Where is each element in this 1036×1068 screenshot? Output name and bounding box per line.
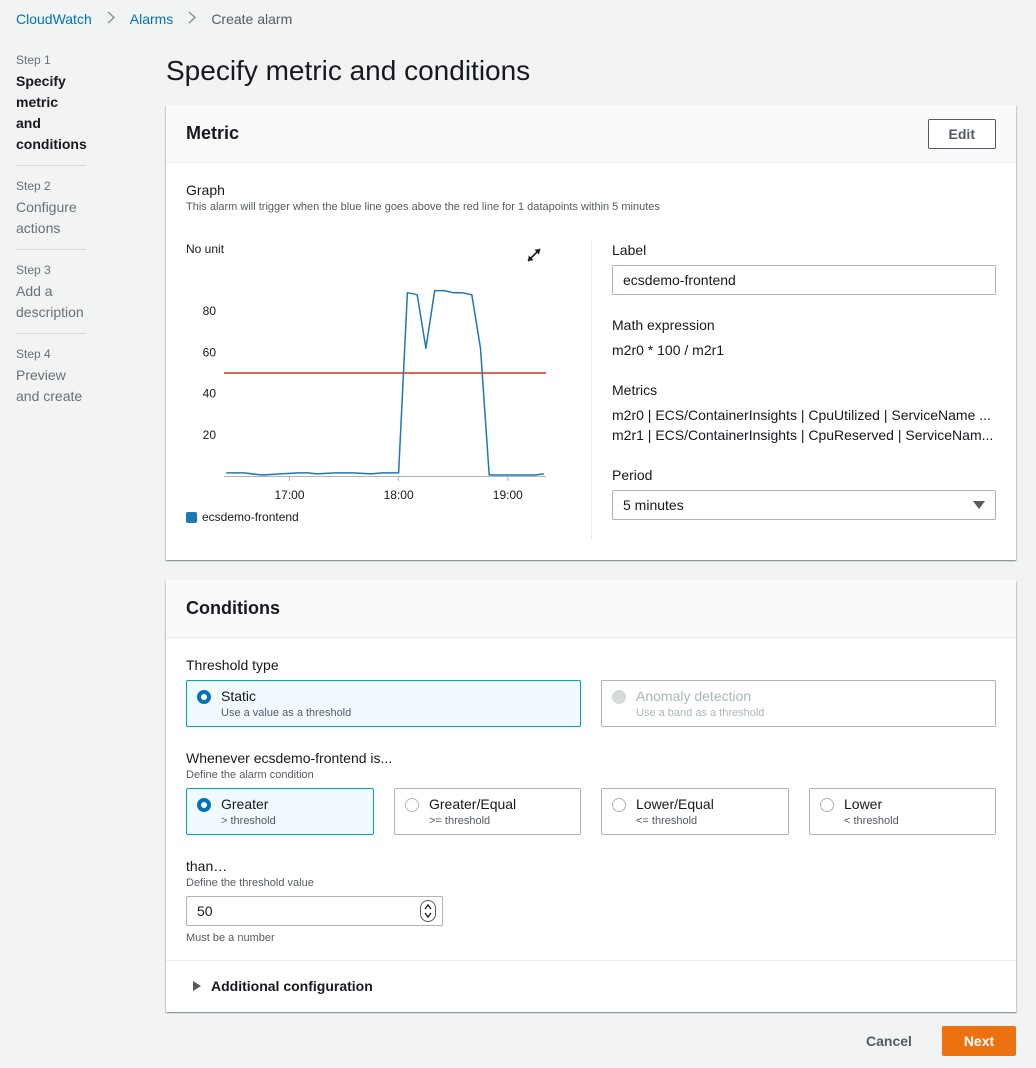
- threshold-value: 50: [197, 903, 213, 919]
- x-tick-label: 19:00: [493, 488, 523, 502]
- metric-row: m2r1 | ECS/ContainerInsights | CpuReserv…: [612, 427, 994, 443]
- breadcrumb: CloudWatch Alarms Create alarm: [16, 11, 292, 27]
- tile-description: > threshold: [221, 815, 276, 827]
- divider: [166, 960, 1016, 961]
- cancel-button[interactable]: Cancel: [866, 1033, 912, 1049]
- period-value: 5 minutes: [623, 497, 684, 513]
- than-label: than…: [186, 858, 228, 874]
- breadcrumb-cloudwatch[interactable]: CloudWatch: [16, 11, 92, 27]
- legend-swatch: [186, 511, 197, 523]
- label-field-label: Label: [612, 242, 647, 258]
- step-title: Configure actions: [16, 199, 77, 236]
- step-title: Preview and create: [16, 367, 83, 404]
- threshold-type-static[interactable]: Static Use a value as a threshold: [186, 680, 581, 727]
- metric-panel: Metric Edit Graph This alarm will trigge…: [166, 105, 1016, 560]
- operator-lower[interactable]: Lower < threshold: [809, 788, 996, 835]
- metric-chart: 20 40 60 80 17:00 18:00 19:00: [203, 289, 546, 502]
- radio-button[interactable]: [197, 798, 211, 812]
- graph-title: Graph: [186, 182, 225, 198]
- radio-button: [612, 690, 626, 704]
- step-title: Add a description: [16, 283, 84, 320]
- whenever-sublabel: Define the alarm condition: [186, 769, 314, 781]
- radio-button[interactable]: [405, 798, 419, 812]
- chevron-right-icon: [188, 11, 197, 27]
- chevron-right-icon: [107, 11, 115, 27]
- tile-description: >= threshold: [429, 815, 491, 827]
- step-1: Step 1 Specify metric and conditions: [16, 52, 87, 166]
- radio-button[interactable]: [820, 798, 834, 812]
- tile-description: <= threshold: [636, 815, 698, 827]
- x-tick-label: 17:00: [274, 488, 304, 502]
- step-number: Step 4: [16, 347, 51, 361]
- metric-row: m2r0 | ECS/ContainerInsights | CpuUtiliz…: [612, 407, 991, 423]
- y-tick-label: 80: [203, 304, 217, 318]
- tile-title: Static: [221, 688, 257, 704]
- unit-label: No unit: [186, 242, 225, 256]
- tile-description: Use a band as a threshold: [636, 707, 765, 719]
- math-expression-value: m2r0 * 100 / m2r1: [612, 342, 725, 358]
- series-line: [226, 289, 544, 476]
- threshold-value-input[interactable]: 50: [186, 896, 443, 926]
- step-number: Step 2: [16, 179, 51, 193]
- edit-button[interactable]: Edit: [927, 118, 996, 149]
- divider: [591, 240, 592, 540]
- than-sublabel: Define the threshold value: [186, 877, 314, 889]
- next-button[interactable]: Next: [942, 1026, 1016, 1056]
- y-tick-label: 20: [203, 428, 217, 442]
- step-number: Step 3: [16, 263, 51, 277]
- step-3[interactable]: Step 3 Add a description: [16, 262, 86, 334]
- y-tick-label: 60: [203, 345, 217, 359]
- caret-down-icon: [973, 501, 985, 509]
- label-input[interactable]: [612, 265, 996, 295]
- tile-title: Lower: [844, 796, 883, 812]
- tile-description: Use a value as a threshold: [221, 707, 352, 719]
- operator-lower-equal[interactable]: Lower/Equal <= threshold: [601, 788, 789, 835]
- radio-button[interactable]: [612, 798, 626, 812]
- number-stepper-icon[interactable]: [420, 900, 436, 922]
- step-2[interactable]: Step 2 Configure actions: [16, 178, 86, 250]
- step-4[interactable]: Step 4 Preview and create: [16, 346, 86, 417]
- breadcrumb-alarms[interactable]: Alarms: [130, 11, 174, 27]
- metric-panel-header: Metric Edit: [166, 105, 1016, 163]
- threshold-type-anomaly: Anomaly detection Use a band as a thresh…: [601, 680, 996, 727]
- additional-configuration-toggle[interactable]: Additional configuration: [193, 978, 373, 994]
- graph-description: This alarm will trigger when the blue li…: [186, 201, 660, 213]
- x-tick-label: 18:00: [384, 488, 414, 502]
- threshold-hint: Must be a number: [186, 932, 275, 944]
- tile-description: < threshold: [844, 815, 899, 827]
- wizard-steps: Step 1 Specify metric and conditions Ste…: [16, 52, 87, 429]
- conditions-panel: Conditions Threshold type Static Use a v…: [166, 580, 1016, 1012]
- chart-legend: ecsdemo-frontend: [186, 510, 299, 524]
- operator-greater[interactable]: Greater > threshold: [186, 788, 374, 835]
- whenever-label: Whenever ecsdemo-frontend is...: [186, 750, 393, 766]
- legend-label: ecsdemo-frontend: [202, 510, 299, 524]
- additional-configuration-label: Additional configuration: [211, 978, 373, 994]
- tile-title: Lower/Equal: [636, 796, 714, 812]
- period-select[interactable]: 5 minutes: [612, 490, 996, 520]
- conditions-heading: Conditions: [186, 598, 280, 618]
- tile-title: Anomaly detection: [636, 688, 752, 704]
- tile-title: Greater: [221, 796, 269, 812]
- metrics-label: Metrics: [612, 382, 658, 398]
- caret-right-icon: [193, 981, 201, 991]
- math-expression-label: Math expression: [612, 317, 715, 333]
- step-number: Step 1: [16, 53, 51, 67]
- step-title: Specify metric and conditions: [16, 73, 87, 152]
- expand-icon[interactable]: [524, 245, 544, 265]
- radio-button[interactable]: [197, 690, 211, 704]
- metric-heading: Metric: [186, 123, 240, 143]
- threshold-type-label: Threshold type: [186, 657, 279, 673]
- period-label: Period: [612, 467, 653, 483]
- conditions-panel-header: Conditions: [166, 580, 1016, 638]
- page-title: Specify metric and conditions: [166, 55, 531, 86]
- breadcrumb-current: Create alarm: [211, 11, 293, 27]
- y-tick-label: 40: [203, 387, 217, 401]
- operator-greater-equal[interactable]: Greater/Equal >= threshold: [394, 788, 581, 835]
- tile-title: Greater/Equal: [429, 796, 517, 812]
